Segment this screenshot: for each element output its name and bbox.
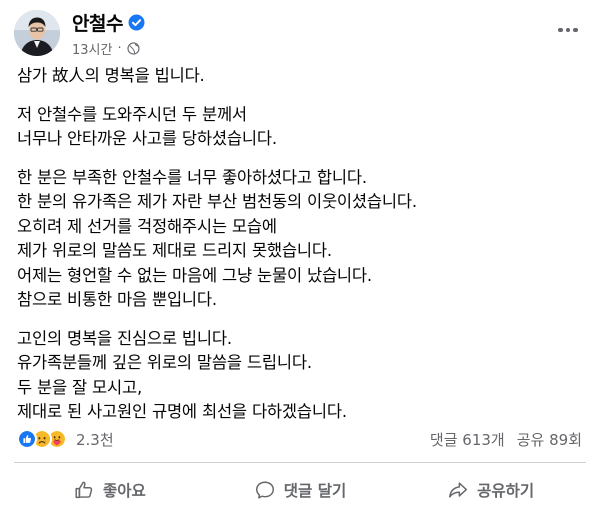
comment-count[interactable]: 댓글 613개 [430, 429, 505, 450]
facebook-post: 안철수 13시간 · 삼가 故人의 명복을 빕니다. 저 안철수를 도와주시던 … [0, 0, 600, 517]
engagement-stats: 댓글 613개 공유 89회 [430, 428, 582, 450]
post-paragraph: 고인의 명복을 진심으로 빕니다. 유가족분들께 깊은 위로의 말씀을 드립니다… [17, 327, 583, 425]
share-label: 공유하기 [477, 482, 535, 500]
profile-photo-icon [14, 10, 60, 56]
reaction-icons [17, 429, 67, 449]
post-line: 참으로 비통한 마음 뿐입니다. [17, 290, 217, 309]
comment-label: 댓글 달기 [283, 482, 347, 500]
name-row: 안철수 [72, 9, 145, 36]
post-line: 저 안철수를 도와주시던 두 분께서 [17, 104, 247, 124]
author-block: 안철수 13시간 · [72, 9, 145, 58]
post-paragraph: 삼가 故人의 명복을 빕니다. [17, 64, 583, 89]
post-meta: 13시간 · [72, 39, 145, 58]
post-line: 고인의 명복을 진심으로 빕니다. [17, 328, 232, 348]
thumbs-up-icon [75, 481, 93, 499]
post-text: 삼가 故人의 명복을 빕니다. 저 안철수를 도와주시던 두 분께서 너무나 안… [17, 64, 583, 439]
post-timestamp[interactable]: 13시간 [72, 39, 112, 58]
comment-bubble-icon [255, 481, 274, 499]
post-line: 유가족분들께 깊은 위로의 말씀을 드립니다. [17, 353, 312, 372]
author-name[interactable]: 안철수 [72, 9, 123, 36]
post-paragraph: 저 안철수를 도와주시던 두 분께서 너무나 안타까운 사고를 당하셨습니다. [17, 103, 583, 152]
more-options-icon[interactable] [554, 16, 582, 44]
action-bar: 좋아요 댓글 달기 공유하기 [14, 467, 586, 513]
globe-icon[interactable] [127, 41, 140, 55]
post-header: 안철수 13시간 · [14, 8, 145, 58]
divider [14, 462, 586, 463]
share-count[interactable]: 공유 89회 [517, 429, 582, 450]
like-reaction-icon [17, 429, 37, 449]
reactions-summary[interactable]: 2.3천 [17, 428, 114, 450]
post-line: 오히려 제 선거를 걱정해주시는 모습에 [17, 216, 277, 236]
reaction-count: 2.3천 [76, 430, 114, 449]
comment-button[interactable]: 댓글 달기 [205, 467, 396, 513]
post-line: 제대로 된 사고원인 규명에 최선을 다하겠습니다. [17, 402, 347, 421]
like-label: 좋아요 [102, 482, 146, 500]
post-line: 한 분의 유가족은 제가 자란 부산 범천동의 이웃이셨습니다. [17, 192, 417, 211]
post-paragraph: 한 분은 부족한 안철수를 너무 좋아하셨다고 합니다. 한 분의 유가족은 제… [17, 166, 583, 313]
post-line: 두 분을 잘 모시고, [17, 377, 143, 397]
post-line: 어제는 형언할 수 없는 마음에 그냥 눈물이 났습니다. [17, 265, 372, 285]
meta-separator: · [117, 40, 122, 56]
share-arrow-icon [449, 482, 468, 498]
verified-badge-icon [128, 14, 145, 30]
post-line: 너무나 안타까운 사고를 당하셨습니다. [17, 129, 277, 148]
avatar[interactable] [14, 10, 60, 56]
share-button[interactable]: 공유하기 [395, 467, 586, 513]
post-line: 제가 위로의 말씀도 제대로 드리지 못했습니다. [17, 241, 332, 260]
like-button[interactable]: 좋아요 [14, 467, 205, 513]
post-line: 한 분은 부족한 안철수를 너무 좋아하셨다고 합니다. [17, 167, 367, 187]
post-line: 삼가 故人의 명복을 빕니다. [17, 66, 205, 85]
